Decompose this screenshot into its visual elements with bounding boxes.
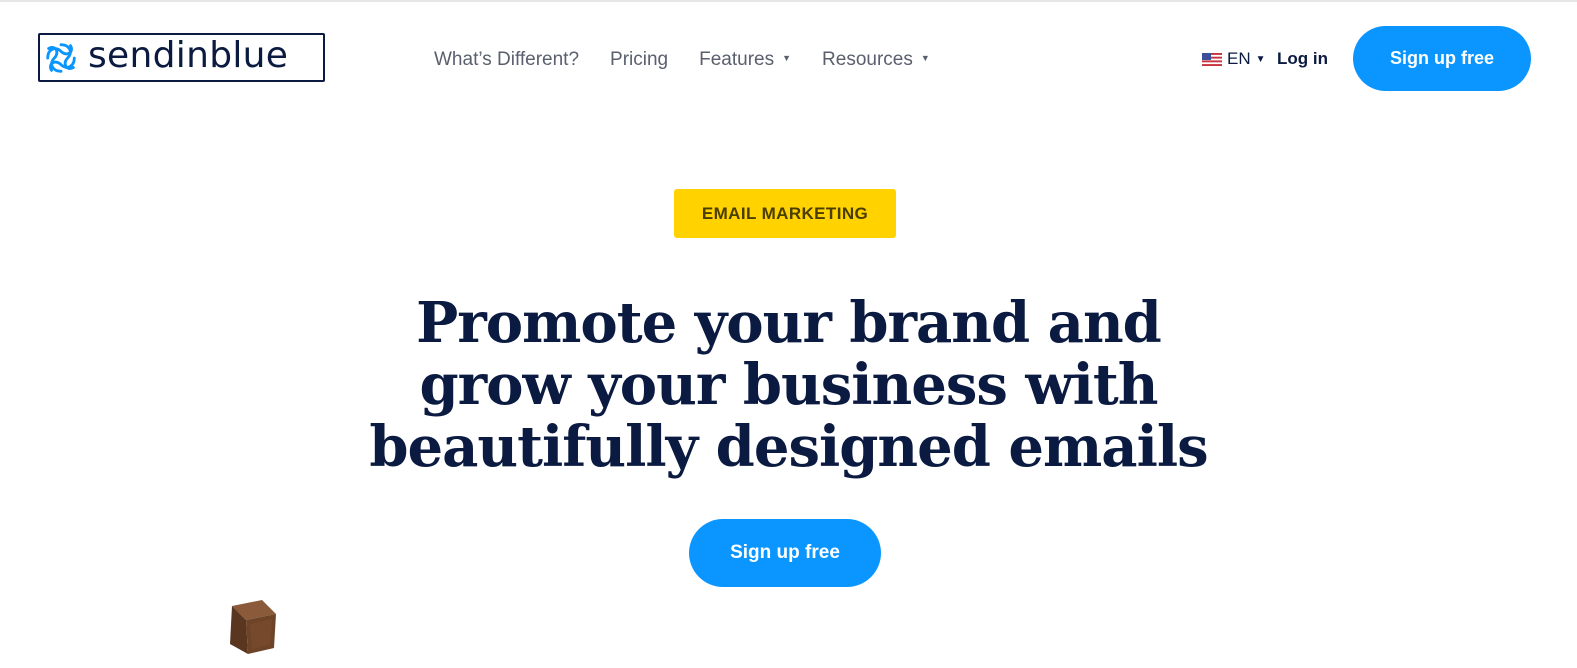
caret-down-icon: ▼ xyxy=(1255,53,1266,65)
hero-signup-button[interactable]: Sign up free xyxy=(689,519,881,587)
nav-label: Pricing xyxy=(610,49,669,70)
hero-headline: Promote your brand and grow your busines… xyxy=(0,292,1577,478)
nav-whats-different[interactable]: What’s Different? xyxy=(434,49,579,71)
headline-line: grow your business with xyxy=(419,352,1159,418)
language-selector[interactable]: EN ▼ xyxy=(1202,49,1266,69)
headline-line: Promote your brand and xyxy=(416,290,1162,356)
header-signup-button[interactable]: Sign up free xyxy=(1353,26,1531,91)
nav-resources[interactable]: Resources ▼ xyxy=(822,49,930,71)
main-nav: What’s Different? Pricing Features ▼ Res… xyxy=(434,47,961,73)
nav-pricing[interactable]: Pricing xyxy=(610,49,668,71)
category-badge: EMAIL MARKETING xyxy=(674,189,896,238)
top-border xyxy=(0,0,1577,2)
us-flag-icon xyxy=(1202,52,1222,66)
nav-label: What’s Different? xyxy=(434,49,580,70)
sendinblue-logo[interactable]: sendinblue xyxy=(38,33,325,82)
nav-features[interactable]: Features ▼ xyxy=(699,49,791,71)
caret-down-icon: ▼ xyxy=(920,53,930,63)
language-label: EN xyxy=(1227,49,1251,68)
headline-line: beautifully designed emails xyxy=(369,414,1208,480)
nav-label: Features xyxy=(699,49,775,70)
login-link[interactable]: Log in xyxy=(1277,49,1328,69)
nav-label: Resources xyxy=(822,49,913,70)
logo-text: sendinblue xyxy=(88,34,289,76)
wooden-cube-illustration xyxy=(230,600,276,654)
caret-down-icon: ▼ xyxy=(782,53,792,63)
sendinblue-logo-icon xyxy=(46,42,76,73)
